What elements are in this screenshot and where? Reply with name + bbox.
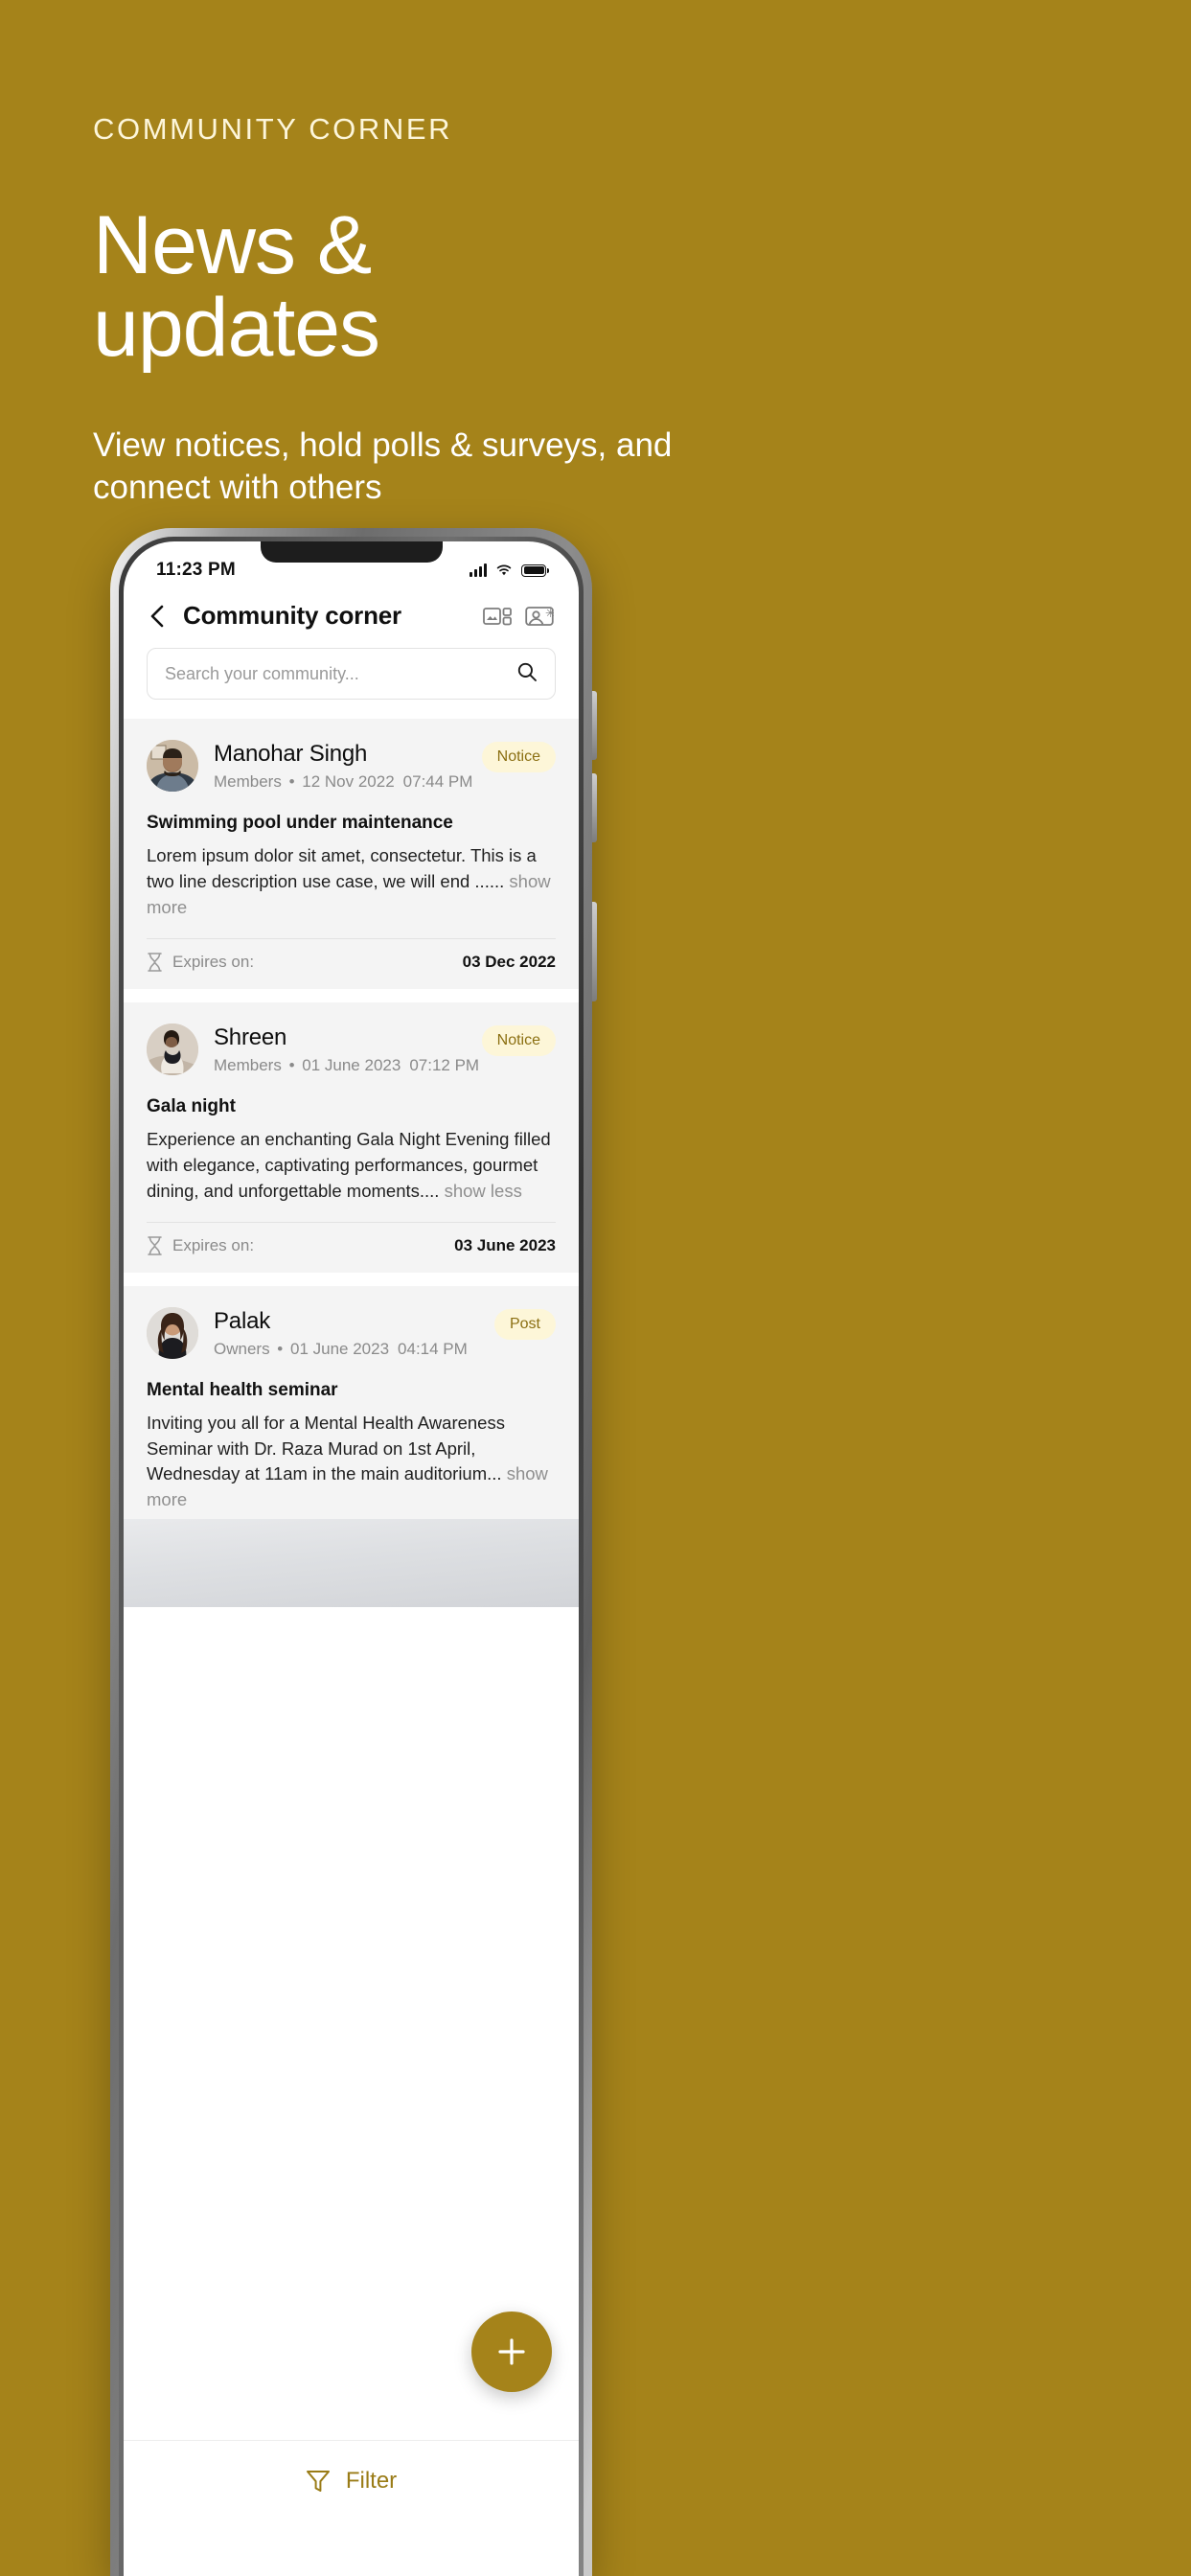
create-post-fab[interactable] bbox=[471, 2312, 552, 2392]
status-icons bbox=[470, 564, 550, 577]
wifi-icon bbox=[496, 564, 512, 576]
svg-text:✳: ✳ bbox=[545, 606, 554, 620]
funnel-icon bbox=[306, 2468, 331, 2495]
page-title: News & updates bbox=[93, 199, 380, 374]
power-button[interactable] bbox=[592, 902, 597, 1001]
expiry-label: Expires on: bbox=[172, 1235, 255, 1254]
app-bar: Community corner ✳ bbox=[124, 587, 579, 642]
bottom-bar: Filter bbox=[124, 2440, 579, 2576]
expiry-value: 03 Dec 2022 bbox=[462, 952, 556, 971]
post-card[interactable]: Palak Owners • 01 June 2023 04:14 PM Post… bbox=[124, 1285, 579, 1608]
post-body: Experience an enchanting Gala Night Even… bbox=[147, 1129, 551, 1201]
meta-separator: • bbox=[272, 1339, 287, 1358]
post-card[interactable]: Shreen Members • 01 June 2023 07:12 PM No… bbox=[124, 1001, 579, 1273]
promo-block: COMMUNITY CORNER News & updates View not… bbox=[93, 0, 1109, 509]
meta-separator: • bbox=[284, 772, 300, 792]
status-badge: Post bbox=[493, 1308, 556, 1340]
author-name: Shreen bbox=[214, 1024, 287, 1050]
show-more-toggle[interactable]: show less bbox=[445, 1181, 522, 1201]
avatar[interactable] bbox=[147, 1306, 198, 1359]
volume-up-button[interactable] bbox=[592, 691, 597, 760]
gallery-grid-icon[interactable] bbox=[483, 602, 512, 631]
app-bar-title: Community corner bbox=[183, 601, 401, 630]
post-body: Lorem ipsum dolor sit amet, consectetur.… bbox=[147, 845, 551, 917]
author-role: Owners bbox=[214, 1339, 270, 1358]
app-bar-actions: ✳ bbox=[483, 602, 554, 631]
author-role: Members bbox=[214, 1056, 282, 1075]
status-badge: Notice bbox=[481, 1024, 556, 1056]
author-role: Members bbox=[214, 772, 282, 792]
promo-eyebrow: COMMUNITY CORNER bbox=[93, 112, 453, 146]
cellular-signal-icon bbox=[470, 564, 487, 577]
post-date: 01 June 2023 bbox=[289, 1339, 390, 1358]
search-bar[interactable] bbox=[147, 648, 556, 700]
hourglass-icon bbox=[148, 952, 162, 972]
contact-card-icon[interactable]: ✳ bbox=[525, 602, 554, 631]
plus-icon bbox=[498, 2338, 525, 2365]
phone-notch bbox=[260, 541, 443, 563]
promo-description: View notices, hold polls & surveys, and … bbox=[93, 426, 673, 507]
post-time: 04:14 PM bbox=[398, 1339, 468, 1358]
battery-icon bbox=[521, 564, 550, 577]
filter-button[interactable]: Filter bbox=[306, 2468, 397, 2495]
hourglass-icon bbox=[148, 1235, 162, 1255]
search-section bbox=[124, 642, 579, 719]
chevron-left-icon[interactable] bbox=[145, 604, 170, 629]
avatar[interactable] bbox=[147, 740, 198, 792]
post-body: Inviting you all for a Mental Health Awa… bbox=[147, 1412, 548, 1510]
avatar[interactable] bbox=[147, 1023, 198, 1075]
post-time: 07:12 PM bbox=[409, 1056, 480, 1075]
post-meta: Members • 12 Nov 2022 07:44 PM bbox=[214, 772, 472, 792]
post-title: Swimming pool under maintenance bbox=[147, 813, 453, 834]
volume-down-button[interactable] bbox=[592, 773, 597, 842]
post-feed[interactable]: Manohar Singh Members • 12 Nov 2022 07:44… bbox=[124, 719, 579, 1608]
expiry-row: Expires on: 03 Dec 2022 bbox=[147, 939, 556, 989]
post-title: Gala night bbox=[147, 1096, 236, 1117]
phone-mockup: 11:23 PM Community corner ✳ Search your … bbox=[110, 528, 597, 2576]
show-more-toggle[interactable]: show more bbox=[147, 871, 551, 917]
author-block: Palak Owners • 01 June 2023 04:14 PM bbox=[214, 1307, 479, 1359]
search-input[interactable] bbox=[165, 663, 516, 684]
post-header: Shreen Members • 01 June 2023 07:12 PM No… bbox=[147, 1023, 556, 1075]
post-title: Mental health seminar bbox=[147, 1379, 338, 1400]
expiry-value: 03 June 2023 bbox=[454, 1235, 556, 1254]
post-meta: Owners • 01 June 2023 04:14 PM bbox=[214, 1340, 479, 1359]
phone-bezel: 11:23 PM Community corner ✳ Search your … bbox=[119, 537, 584, 2576]
post-header: Palak Owners • 01 June 2023 04:14 PM Post bbox=[147, 1306, 556, 1359]
author-name: Manohar Singh bbox=[214, 741, 368, 767]
show-more-toggle[interactable]: show more bbox=[147, 1463, 548, 1509]
post-date: 01 June 2023 bbox=[302, 1056, 401, 1075]
post-media[interactable] bbox=[124, 1519, 579, 1608]
expiry-label: Expires on: bbox=[172, 952, 255, 971]
author-block: Shreen Members • 01 June 2023 07:12 PM bbox=[214, 1024, 479, 1075]
author-block: Manohar Singh Members • 12 Nov 2022 07:44… bbox=[214, 740, 472, 792]
filter-label: Filter bbox=[345, 2468, 398, 2494]
meta-separator: • bbox=[284, 1056, 300, 1075]
post-meta: Members • 01 June 2023 07:12 PM bbox=[214, 1056, 479, 1075]
expiry-row: Expires on: 03 June 2023 bbox=[147, 1223, 556, 1273]
post-date: 12 Nov 2022 bbox=[302, 772, 395, 792]
status-clock: 11:23 PM bbox=[156, 560, 236, 580]
post-time: 07:44 PM bbox=[402, 772, 473, 792]
author-name: Palak bbox=[214, 1307, 271, 1334]
phone-screen: 11:23 PM Community corner ✳ Search your … bbox=[124, 541, 579, 2576]
post-card[interactable]: Manohar Singh Members • 12 Nov 2022 07:44… bbox=[124, 719, 579, 989]
status-badge: Notice bbox=[481, 742, 556, 772]
post-header: Manohar Singh Members • 12 Nov 2022 07:44… bbox=[147, 740, 556, 792]
search-icon[interactable] bbox=[516, 661, 538, 687]
